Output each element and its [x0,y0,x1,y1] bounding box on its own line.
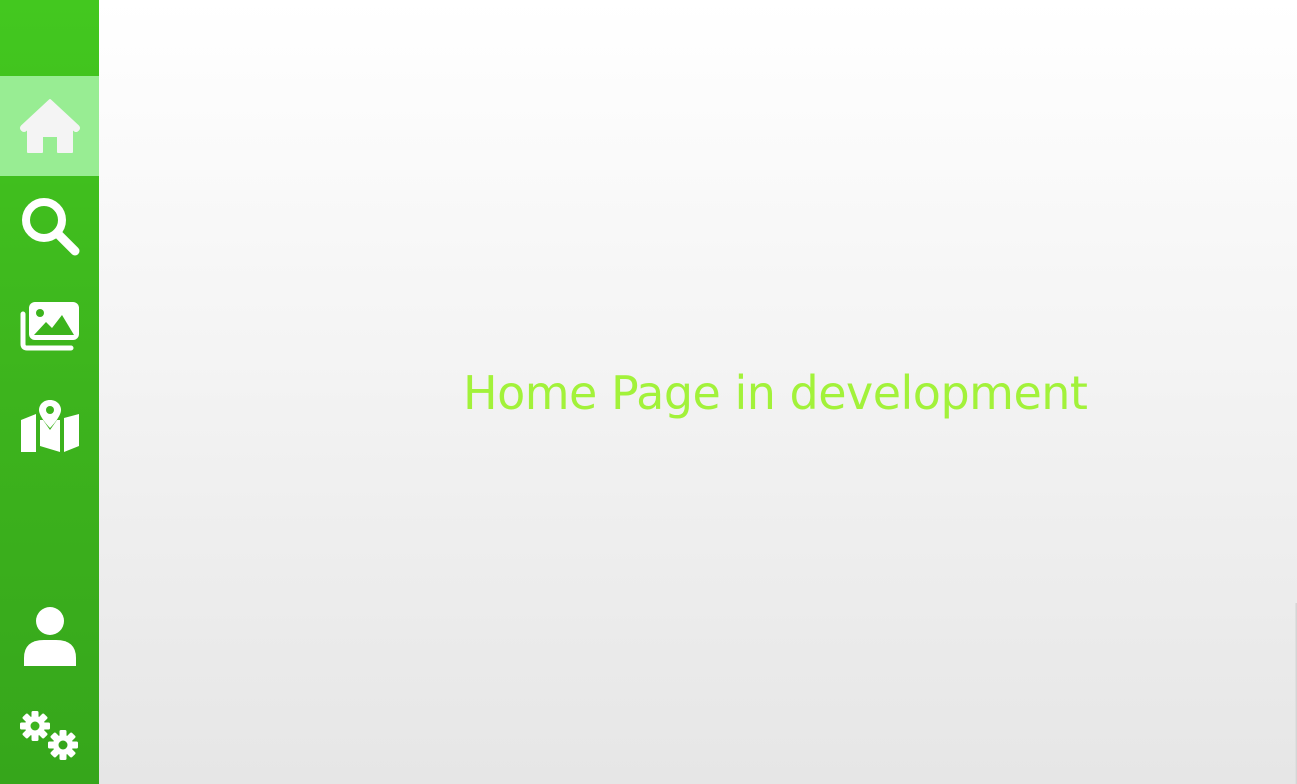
sidebar-item-home[interactable] [0,76,99,176]
development-message: Home Page in development [463,366,1088,420]
sidebar-item-gallery[interactable] [0,276,99,376]
sidebar-item-map[interactable] [0,376,99,476]
sidebar-item-settings[interactable] [0,686,99,784]
sidebar [0,0,99,784]
map-icon [20,400,79,452]
user-icon [23,607,76,666]
app-window: Home Page in development [0,0,1297,784]
sidebar-item-profile[interactable] [0,586,99,686]
images-icon [20,302,79,351]
home-icon [19,99,80,153]
search-icon [21,198,79,256]
sidebar-item-search[interactable] [0,176,99,276]
gears-icon [19,711,78,760]
